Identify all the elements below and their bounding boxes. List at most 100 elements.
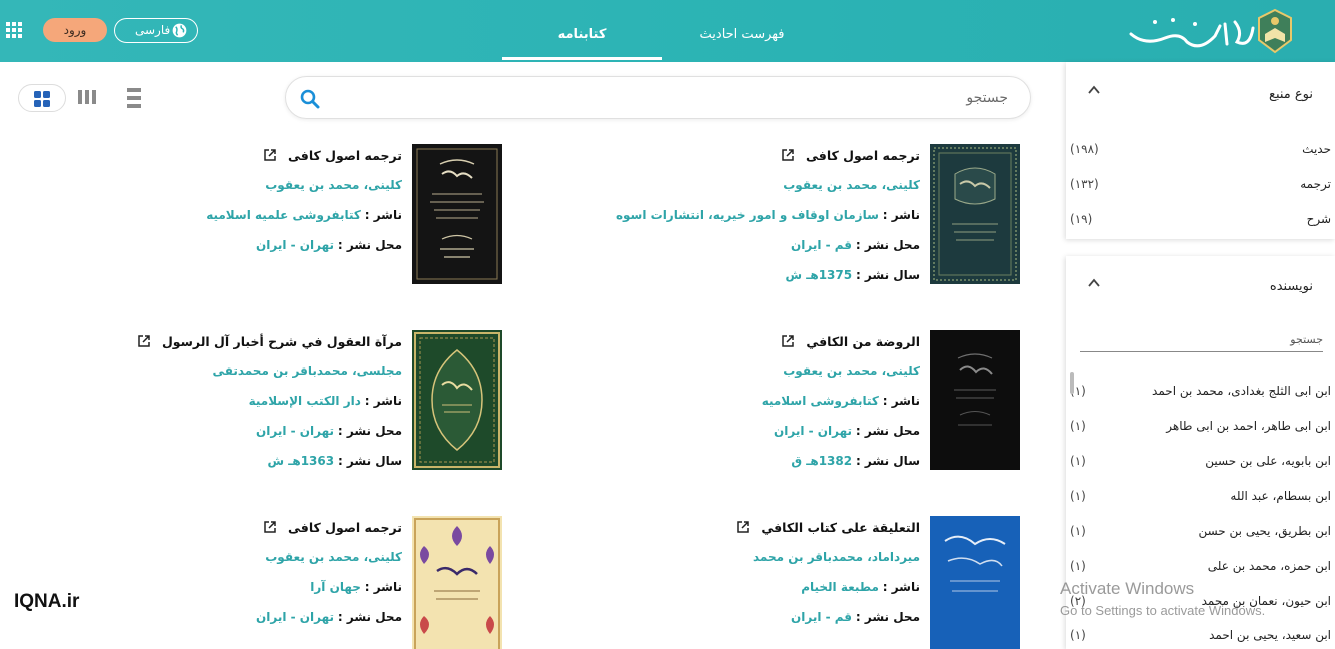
book-card[interactable]: الروضة من الكافي کلینی، محمد بن یعقوب نا… [600, 330, 1020, 480]
grid-view-button[interactable] [18, 84, 66, 112]
publisher-label: ناشر : [364, 580, 402, 594]
book-cover-image[interactable] [412, 330, 502, 470]
book-title[interactable]: الروضة من الكافي [806, 334, 920, 349]
place-value: قم - ایران [791, 610, 853, 624]
place-label: محل نشر : [855, 424, 920, 438]
author-facet-item[interactable]: ابن بسطام، عبد الله (۱) [1066, 486, 1335, 510]
grid-icon [34, 91, 50, 107]
book-title[interactable]: مرآة العقول في شرح أخبار آل الرسول [162, 334, 402, 349]
facet-count: (۱۳۲) [1070, 177, 1099, 191]
external-link-icon[interactable] [138, 335, 150, 347]
book-info: التعليقة على كتاب الكافي میرداماد، محمدب… [620, 520, 920, 640]
source-type-panel: نوع منبع حدیث (۱۹۸) ترجمه (۱۳۲) شرح (۱۹) [1066, 62, 1335, 239]
tab-bibliography[interactable]: کتابنامه [502, 0, 662, 62]
search-input[interactable] [368, 87, 1008, 109]
book-title[interactable]: ترجمه اصول کافی [806, 148, 920, 163]
publisher-value: سازمان اوقاف و امور خیریه، انتشارات اسوه [615, 208, 879, 222]
source-type-title: نوع منبع [1269, 87, 1313, 102]
year-value: 1382هـ ق [791, 454, 853, 468]
list-icon [127, 88, 141, 108]
book-author[interactable]: کلینی، محمد بن یعقوب [783, 364, 920, 378]
author-list-scrollbar[interactable] [1070, 372, 1074, 394]
place-value: تهران - ایران [256, 238, 335, 252]
site-logo[interactable] [1125, 4, 1305, 58]
book-card[interactable]: ترجمه اصول کافی کلینی، محمد بن یعقوب ناش… [82, 144, 502, 294]
publisher-label: ناشر : [882, 580, 920, 594]
columns-view-button[interactable] [76, 84, 98, 112]
login-button[interactable]: ورود [43, 18, 107, 42]
publisher-value: جهان آرا [310, 580, 361, 594]
facet-count: (۱۹) [1070, 212, 1093, 226]
facet-item[interactable]: شرح (۱۹) [1066, 209, 1335, 233]
place-value: تهران - ایران [256, 610, 335, 624]
chevron-up-icon[interactable] [1088, 84, 1100, 96]
place-label: محل نشر : [337, 238, 402, 252]
facet-name: ابن بابویه، علی بن حسین [1205, 454, 1331, 468]
book-cover-image[interactable] [412, 516, 502, 649]
search-icon[interactable] [300, 89, 320, 109]
place-value: قم - ایران [791, 238, 853, 252]
book-info: ترجمه اصول کافی کلینی، محمد بن یعقوب ناش… [616, 148, 920, 298]
book-author[interactable]: کلینی، محمد بن یعقوب [783, 178, 920, 192]
author-facet-item[interactable]: ابن سعید، یحیی بن احمد (۱) [1066, 625, 1335, 649]
book-info: ترجمه اصول کافی کلینی، محمد بن یعقوب ناش… [102, 520, 402, 640]
book-author[interactable]: مجلسی، محمدباقر بن محمدتقی [213, 364, 402, 378]
facet-item[interactable]: حدیث (۱۹۸) [1066, 139, 1335, 163]
publisher-label: ناشر : [882, 394, 920, 408]
language-button[interactable]: فارسی [114, 18, 198, 43]
facet-name: ابن سعید، یحیی بن احمد [1209, 628, 1331, 642]
facet-count: (۱۹۸) [1070, 142, 1099, 156]
book-card[interactable]: مرآة العقول في شرح أخبار آل الرسول مجلسی… [82, 330, 502, 480]
author-facet-item[interactable]: ابن حمزه، محمد بن علی (۱) [1066, 556, 1335, 580]
facet-name: ابن ابی الثلج بغدادی، محمد بن احمد [1152, 384, 1331, 398]
publisher-value: کتابفروشی اسلامیه [761, 394, 879, 408]
list-view-button[interactable] [124, 84, 146, 112]
external-link-icon[interactable] [737, 521, 750, 533]
book-cover-image[interactable] [930, 330, 1020, 470]
tab-bibliography-label: کتابنامه [557, 27, 607, 42]
book-card[interactable]: التعليقة على كتاب الكافي میرداماد، محمدب… [600, 516, 1020, 649]
columns-icon [78, 90, 96, 104]
author-facet-item[interactable]: ابن ابی طاهر، احمد بن ابی طاهر (۱) [1066, 416, 1335, 440]
book-card[interactable]: ترجمه اصول کافی کلینی، محمد بن یعقوب ناش… [600, 144, 1020, 294]
book-card[interactable]: ترجمه اصول کافی کلینی، محمد بن یعقوب ناش… [82, 516, 502, 649]
external-link-icon[interactable] [782, 335, 795, 347]
book-title[interactable]: ترجمه اصول کافی [288, 520, 402, 535]
facet-name: ابن بسطام، عبد الله [1230, 489, 1331, 503]
external-link-icon[interactable] [264, 149, 276, 161]
facet-count: (۱) [1070, 559, 1086, 573]
iqna-watermark: IQNA.ir [0, 588, 109, 616]
facet-item[interactable]: ترجمه (۱۳۲) [1066, 174, 1335, 198]
author-search-input[interactable] [1080, 328, 1323, 352]
top-header: ورود فارسی کتابنامه فهرست احادیث [0, 0, 1335, 62]
book-info: مرآة العقول في شرح أخبار آل الرسول مجلسی… [102, 334, 402, 484]
place-label: محل نشر : [337, 424, 402, 438]
external-link-icon[interactable] [264, 521, 276, 533]
tab-hadith-list[interactable]: فهرست احادیث [662, 0, 822, 62]
facet-count: (۱) [1070, 454, 1086, 468]
chevron-up-icon[interactable] [1088, 277, 1100, 289]
book-info: الروضة من الكافي کلینی، محمد بن یعقوب نا… [620, 334, 920, 484]
facet-name: شرح [1306, 212, 1331, 226]
year-value: 1363هـ ش [267, 454, 335, 468]
book-author[interactable]: کلینی، محمد بن یعقوب [265, 550, 402, 564]
activate-windows-title: Activate Windows [1060, 579, 1195, 598]
tab-hadith-list-label: فهرست احادیث [699, 27, 785, 42]
publisher-value: کتابفروشی علمیه اسلامیه [206, 208, 361, 222]
author-facet-item[interactable]: ابن بطریق، یحیی بن حسن (۱) [1066, 521, 1335, 545]
author-facet-item[interactable]: ابن ابی الثلج بغدادی، محمد بن احمد (۱) [1066, 381, 1335, 405]
external-link-icon[interactable] [782, 149, 794, 161]
author-facet-item[interactable]: ابن بابویه، علی بن حسین (۱) [1066, 451, 1335, 475]
facet-name: ابن حمزه، محمد بن علی [1207, 559, 1331, 573]
book-cover-image[interactable] [412, 144, 502, 284]
book-title[interactable]: ترجمه اصول کافی [288, 148, 402, 163]
book-cover-image[interactable] [930, 144, 1020, 284]
book-author[interactable]: میرداماد، محمدباقر بن محمد [753, 550, 920, 564]
apps-grid-icon[interactable] [6, 22, 22, 38]
facet-count: (۱) [1070, 419, 1086, 433]
facet-name: ترجمه [1300, 177, 1331, 191]
book-author[interactable]: کلینی، محمد بن یعقوب [265, 178, 402, 192]
book-cover-image[interactable] [930, 516, 1020, 649]
place-label: محل نشر : [855, 238, 920, 252]
book-title[interactable]: التعليقة على كتاب الكافي [761, 520, 920, 535]
